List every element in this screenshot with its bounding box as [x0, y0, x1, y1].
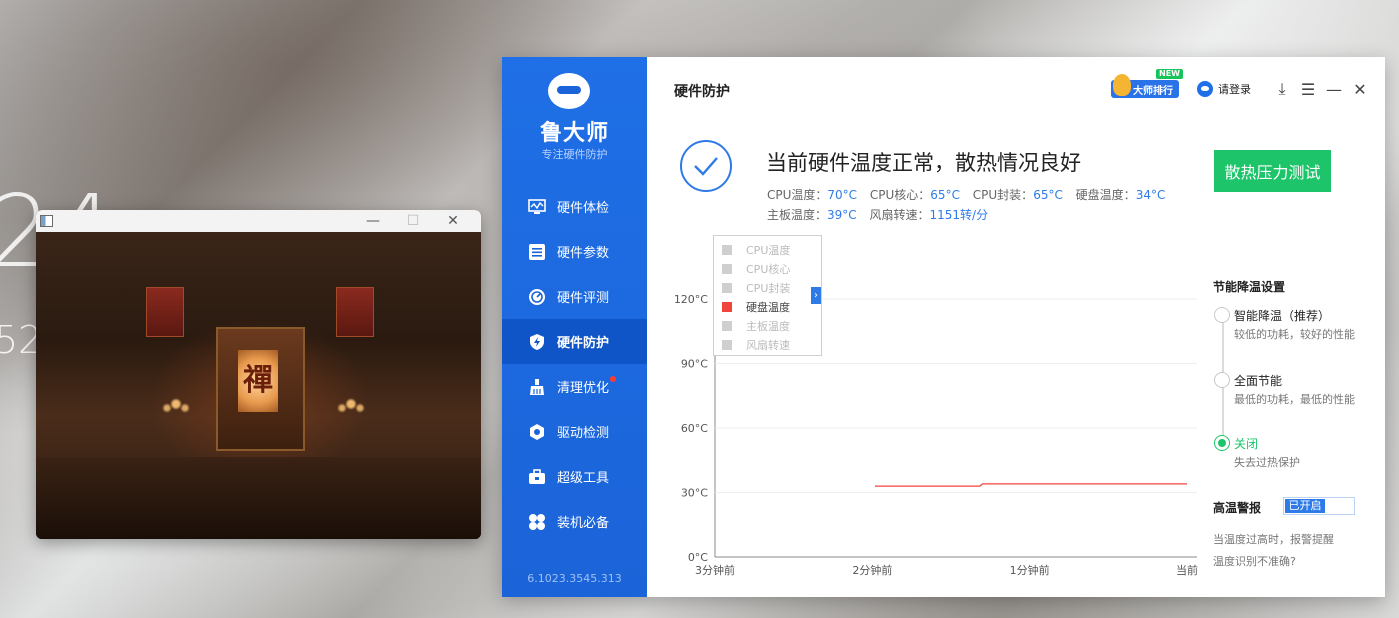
- radio-smart-cooling[interactable]: [1214, 307, 1230, 323]
- shield-icon: [527, 332, 547, 352]
- sidebar-item-label: 清理优化: [557, 381, 610, 396]
- gear-icon: [527, 422, 547, 442]
- x-tick-label: 1分钟前: [1010, 563, 1050, 577]
- legend-item-cpu-package[interactable]: CPU封装: [714, 278, 821, 297]
- viewer-titlebar[interactable]: — ☐ ✕: [36, 210, 481, 232]
- sidebar-item-hardware-check[interactable]: 硬件体检: [502, 184, 647, 229]
- viewer-image-temple: 禪: [36, 232, 481, 539]
- alarm-toggle[interactable]: 已开启: [1283, 497, 1355, 515]
- y-tick-label: 0°C: [688, 551, 708, 564]
- legend-label: CPU核心: [746, 262, 791, 276]
- legend-item-disk-temp[interactable]: 硬盘温度: [714, 297, 821, 316]
- legend-swatch: [722, 320, 732, 331]
- legend-label: 风扇转速: [746, 338, 790, 352]
- brand-name: 鲁大师: [539, 121, 609, 146]
- stress-test-button[interactable]: 散热压力测试: [1214, 150, 1331, 192]
- sidebar-item-super-tools[interactable]: 超级工具: [502, 454, 647, 499]
- sidebar-item-label: 硬件体检: [557, 201, 610, 216]
- temple-plaque: 禪: [238, 350, 278, 412]
- login-label: 请登录: [1218, 83, 1251, 96]
- sidebar: 鲁大师 专注硬件防护 硬件体检 硬件参数 硬件评测 硬件防护 清理优化 驱动检测…: [502, 57, 647, 597]
- alarm-desc: 当温度过高时，报警提醒: [1213, 533, 1334, 546]
- x-tick-label: 2分钟前: [852, 563, 892, 577]
- sidebar-item-essentials[interactable]: 装机必备: [502, 499, 647, 544]
- radio-off[interactable]: [1214, 435, 1230, 451]
- y-tick-label: 30°C: [681, 487, 708, 500]
- legend-swatch: [722, 263, 732, 274]
- legend-label: CPU封装: [746, 281, 791, 295]
- legend-item-cpu-core[interactable]: CPU核心: [714, 259, 821, 278]
- y-tick-label: 90°C: [681, 358, 708, 371]
- legend-swatch: [722, 282, 732, 293]
- option-label: 全面节能: [1234, 374, 1283, 388]
- x-tick-label: 3分钟前: [695, 563, 735, 577]
- x-tick-label: 当前: [1176, 563, 1198, 577]
- chart-legend: CPU温度 CPU核心 CPU封装 硬盘温度 主板温度 风扇转速: [713, 235, 822, 356]
- monitor-icon: [527, 197, 547, 217]
- legend-item-board-temp[interactable]: 主板温度: [714, 316, 821, 335]
- sidebar-item-hardware-protect[interactable]: 硬件防护: [502, 319, 647, 364]
- option-label: 关闭: [1234, 437, 1259, 451]
- broom-icon: [527, 377, 547, 397]
- list-icon: [527, 242, 547, 262]
- series-line-disk-temp: [875, 483, 1187, 487]
- sidebar-item-label: 驱动检测: [557, 426, 610, 441]
- sidebar-item-driver-check[interactable]: 驱动检测: [502, 409, 647, 454]
- minimize-button[interactable]: —: [1321, 80, 1347, 99]
- sidebar-item-hardware-params[interactable]: 硬件参数: [502, 229, 647, 274]
- sidebar-item-label: 硬件防护: [557, 336, 610, 351]
- alarm-title: 高温警报: [1213, 501, 1262, 515]
- legend-collapse-chevron-icon[interactable]: ›: [811, 287, 821, 304]
- legend-label: 硬盘温度: [746, 300, 790, 314]
- gauge-icon: [527, 287, 547, 307]
- candles-left: [161, 392, 191, 432]
- master-lu-window[interactable]: 鲁大师 专注硬件防护 硬件体检 硬件参数 硬件评测 硬件防护 清理优化 驱动检测…: [502, 57, 1385, 597]
- viewer-app-icon: [40, 215, 53, 227]
- toolbox-icon: [527, 467, 547, 487]
- sidebar-item-label: 装机必备: [557, 516, 610, 531]
- legend-item-cpu-temp[interactable]: CPU温度: [714, 240, 821, 259]
- apps-icon: [527, 512, 547, 532]
- radio-full-saving[interactable]: [1214, 372, 1230, 388]
- download-button[interactable]: ⤓: [1269, 79, 1295, 99]
- lantern-right: [336, 287, 374, 337]
- viewer-minimize-button[interactable]: —: [353, 211, 393, 231]
- option-desc: 较低的功耗，较好的性能: [1234, 328, 1355, 341]
- legend-swatch: [722, 339, 732, 350]
- temple-floor: [36, 457, 481, 539]
- temp-inaccurate-link[interactable]: 温度识别不准确?: [1213, 553, 1296, 569]
- main-content: 硬件防护 大师排行 NEW 请登录 ⤓ ☰ — ✕ 当前硬件温度正常，散热情况良…: [647, 57, 1385, 597]
- y-tick-label: 60°C: [681, 422, 708, 435]
- version-label: 6.1023.3545.313: [527, 572, 622, 585]
- legend-swatch: [722, 244, 732, 255]
- lantern-left: [146, 287, 184, 337]
- sidebar-item-label: 硬件参数: [557, 246, 610, 261]
- sidebar-item-label: 超级工具: [557, 471, 610, 486]
- settings-title: 节能降温设置: [1213, 280, 1286, 294]
- candles-right: [336, 392, 366, 432]
- menu-button[interactable]: ☰: [1295, 80, 1321, 99]
- legend-swatch: [722, 301, 732, 312]
- legend-label: 主板温度: [746, 319, 790, 333]
- viewer-maximize-button[interactable]: ☐: [393, 211, 433, 231]
- option-label: 智能降温（推荐）: [1234, 309, 1331, 323]
- legend-item-fan-speed[interactable]: 风扇转速: [714, 335, 821, 354]
- sidebar-item-hardware-benchmark[interactable]: 硬件评测: [502, 274, 647, 319]
- y-tick-label: 120°C: [674, 293, 708, 306]
- option-desc: 最低的功耗，最低的性能: [1234, 393, 1355, 406]
- notification-badge: [610, 376, 616, 382]
- sidebar-item-label: 硬件评测: [557, 291, 610, 306]
- image-viewer-window[interactable]: — ☐ ✕ 禪: [36, 210, 481, 539]
- option-desc: 失去过热保护: [1234, 456, 1300, 469]
- alarm-toggle-state: 已开启: [1285, 499, 1325, 513]
- legend-label: CPU温度: [746, 243, 791, 257]
- sidebar-nav: 硬件体检 硬件参数 硬件评测 硬件防护 清理优化 驱动检测 超级工具 装机必备: [502, 184, 647, 544]
- viewer-close-button[interactable]: ✕: [433, 211, 473, 231]
- brand-tagline: 专注硬件防护: [541, 148, 608, 161]
- logo-icon: [548, 73, 590, 109]
- close-button[interactable]: ✕: [1347, 80, 1373, 99]
- sidebar-item-clean-optimize[interactable]: 清理优化: [502, 364, 647, 409]
